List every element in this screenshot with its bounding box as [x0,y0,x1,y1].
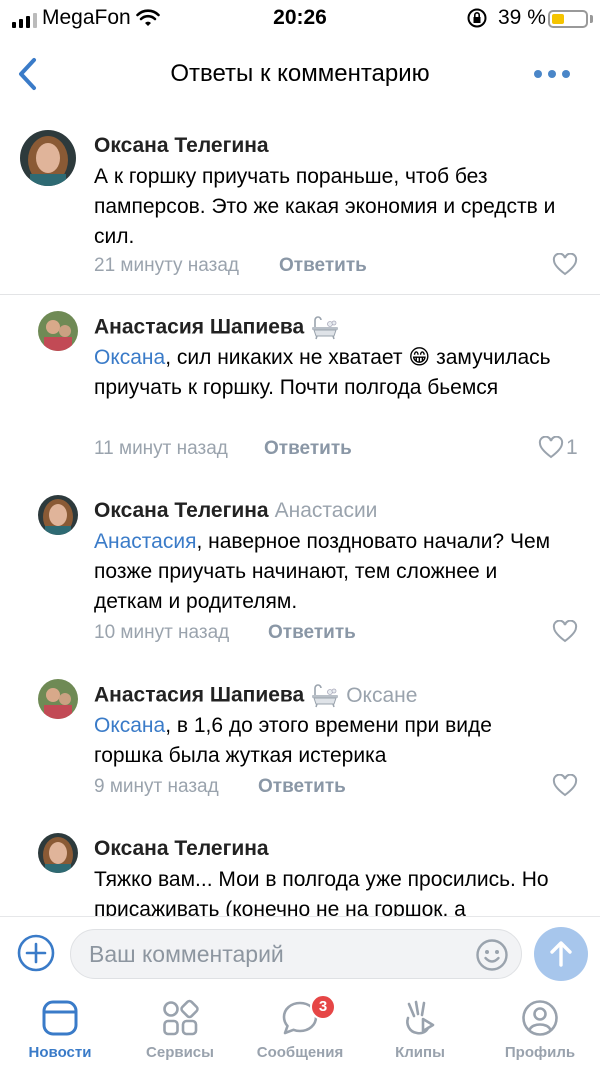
comment-input-bar [0,916,600,990]
comment-item: Оксана Телегина А к горшку приучать пора… [0,112,600,295]
avatar[interactable] [38,833,78,873]
tab-bar: Новости Сервисы 3 Сообщения Клипы Профил… [0,990,600,1066]
comment-time: 10 минут назад [94,622,230,643]
comment-author[interactable]: Анастасия Шапиева [94,315,340,341]
like-button[interactable] [552,774,578,798]
avatar[interactable] [38,495,78,535]
avatar[interactable] [20,130,76,186]
tab-clips[interactable]: Клипы [360,990,480,1066]
comment-input[interactable] [89,930,469,978]
page-title: Ответы к комментарию [170,60,430,87]
comment-text: Анастасия, наверное поздновато начали? Ч… [94,530,551,613]
mention-link[interactable]: Оксана [94,714,165,737]
tab-services[interactable]: Сервисы [120,990,240,1066]
comment-author[interactable]: Оксана Телегина [94,134,269,158]
like-button[interactable] [552,620,578,644]
reply-to-label[interactable]: Оксане [346,684,417,707]
battery-percent: 39 % [498,6,546,29]
mention-link[interactable]: Оксана [94,346,165,369]
comment-item: Анастасия Шапиева Оксана, сил никаких не… [0,295,600,479]
tab-profile[interactable]: Профиль [480,990,600,1066]
comment-author[interactable]: Оксана Телегина [94,837,269,861]
header: Ответы к комментарию [0,36,600,112]
comment-time: 11 минут назад [94,438,228,459]
tab-news[interactable]: Новости [0,990,120,1066]
comment-text: Оксана, сил никаких не хватает 😁 замучил… [94,346,551,399]
comment-item: Анастасия Шапиева Оксане Оксана, в 1,6 до… [0,663,600,817]
comment-text: А к горшку приучать пораньше, чтоб без п… [94,165,556,248]
like-button[interactable]: 1 [538,436,578,460]
heart-icon [538,436,564,459]
news-icon [42,1000,78,1036]
comment-text: Оксана, в 1,6 до этого времени при виде … [94,714,492,767]
like-button[interactable] [552,253,578,277]
orientation-lock-icon [467,8,487,28]
status-bar: MegaFon 20:26 39 % [0,0,600,36]
comment-author[interactable]: Оксана Телегина Анастасии [94,499,377,523]
reply-to-label[interactable]: Анастасии [275,499,378,522]
heart-icon [552,774,578,797]
add-attachment-icon[interactable] [16,933,56,973]
comment-time: 21 минуту назад [94,255,239,276]
reply-button[interactable]: Ответить [279,255,367,277]
emoji-icon[interactable] [475,938,509,972]
clips-icon [406,1000,435,1035]
bath-icon [312,684,339,708]
heart-icon [552,253,578,276]
mention-link[interactable]: Анастасия [94,530,196,553]
profile-icon [522,1000,558,1036]
battery-icon [548,10,588,28]
comments-list: Оксана Телегина А к горшку приучать пора… [0,112,600,916]
comment-item: Оксана Телегина Тяжко вам... Мои в полго… [0,817,600,916]
comment-item: Оксана Телегина Анастасии Анастасия, наве… [0,479,600,663]
send-button[interactable] [534,927,588,981]
bath-icon [312,316,339,340]
reply-button[interactable]: Ответить [268,622,356,644]
unread-badge: 3 [310,994,336,1020]
tab-messages[interactable]: 3 Сообщения [240,990,360,1066]
comment-time: 9 минут назад [94,776,219,797]
reply-button[interactable]: Ответить [264,438,352,460]
heart-icon [552,620,578,643]
like-count: 1 [566,436,578,459]
more-options-icon[interactable] [534,66,570,82]
services-icon [163,999,199,1036]
comment-field [70,929,522,979]
comment-author[interactable]: Анастасия Шапиева Оксане [94,683,417,709]
arrow-up-icon [550,941,572,967]
avatar[interactable] [38,679,78,719]
reply-button[interactable]: Ответить [258,776,346,798]
avatar[interactable] [38,311,78,351]
comment-text: Тяжко вам... Мои в полгода уже просились… [94,868,549,916]
